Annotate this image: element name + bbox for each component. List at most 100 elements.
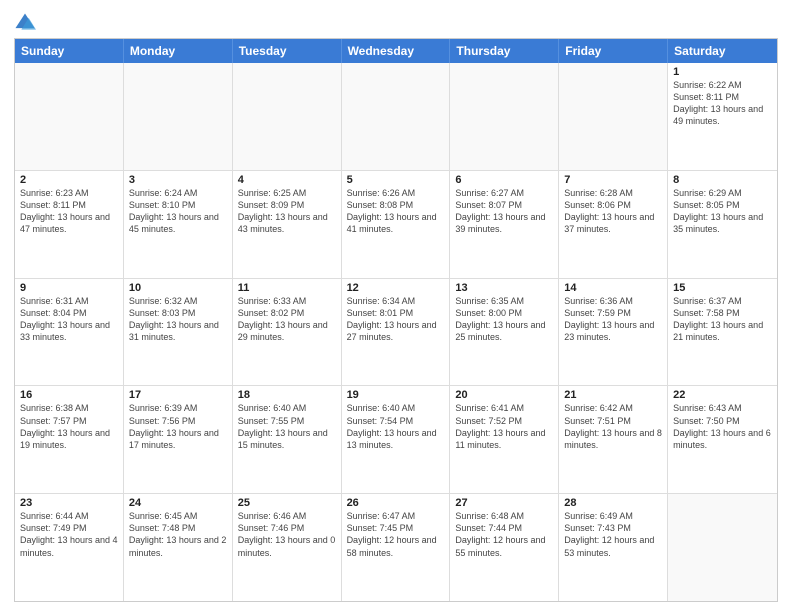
header	[14, 10, 778, 34]
calendar-header: SundayMondayTuesdayWednesdayThursdayFrid…	[15, 39, 777, 63]
calendar-row: 9Sunrise: 6:31 AM Sunset: 8:04 PM Daylig…	[15, 279, 777, 387]
calendar-cell: 24Sunrise: 6:45 AM Sunset: 7:48 PM Dayli…	[124, 494, 233, 601]
logo-icon	[14, 12, 36, 34]
day-info: Sunrise: 6:40 AM Sunset: 7:54 PM Dayligh…	[347, 402, 445, 451]
calendar-cell	[342, 63, 451, 170]
day-info: Sunrise: 6:38 AM Sunset: 7:57 PM Dayligh…	[20, 402, 118, 451]
logo	[14, 14, 38, 34]
calendar-cell: 7Sunrise: 6:28 AM Sunset: 8:06 PM Daylig…	[559, 171, 668, 278]
calendar-cell: 14Sunrise: 6:36 AM Sunset: 7:59 PM Dayli…	[559, 279, 668, 386]
calendar-cell: 28Sunrise: 6:49 AM Sunset: 7:43 PM Dayli…	[559, 494, 668, 601]
day-info: Sunrise: 6:43 AM Sunset: 7:50 PM Dayligh…	[673, 402, 772, 451]
calendar-cell: 8Sunrise: 6:29 AM Sunset: 8:05 PM Daylig…	[668, 171, 777, 278]
calendar-cell: 18Sunrise: 6:40 AM Sunset: 7:55 PM Dayli…	[233, 386, 342, 493]
calendar-cell: 17Sunrise: 6:39 AM Sunset: 7:56 PM Dayli…	[124, 386, 233, 493]
day-info: Sunrise: 6:49 AM Sunset: 7:43 PM Dayligh…	[564, 510, 662, 559]
calendar-cell	[668, 494, 777, 601]
calendar-cell: 10Sunrise: 6:32 AM Sunset: 8:03 PM Dayli…	[124, 279, 233, 386]
day-number: 19	[347, 389, 445, 401]
day-info: Sunrise: 6:35 AM Sunset: 8:00 PM Dayligh…	[455, 295, 553, 344]
day-info: Sunrise: 6:39 AM Sunset: 7:56 PM Dayligh…	[129, 402, 227, 451]
day-info: Sunrise: 6:36 AM Sunset: 7:59 PM Dayligh…	[564, 295, 662, 344]
day-info: Sunrise: 6:42 AM Sunset: 7:51 PM Dayligh…	[564, 402, 662, 451]
calendar-row: 16Sunrise: 6:38 AM Sunset: 7:57 PM Dayli…	[15, 386, 777, 494]
day-number: 26	[347, 497, 445, 509]
calendar-cell: 13Sunrise: 6:35 AM Sunset: 8:00 PM Dayli…	[450, 279, 559, 386]
day-number: 13	[455, 282, 553, 294]
calendar-cell: 4Sunrise: 6:25 AM Sunset: 8:09 PM Daylig…	[233, 171, 342, 278]
day-number: 24	[129, 497, 227, 509]
day-number: 25	[238, 497, 336, 509]
calendar-cell: 6Sunrise: 6:27 AM Sunset: 8:07 PM Daylig…	[450, 171, 559, 278]
day-number: 22	[673, 389, 772, 401]
day-number: 11	[238, 282, 336, 294]
calendar-cell: 5Sunrise: 6:26 AM Sunset: 8:08 PM Daylig…	[342, 171, 451, 278]
weekday-header: Saturday	[668, 39, 777, 63]
weekday-header: Wednesday	[342, 39, 451, 63]
day-info: Sunrise: 6:45 AM Sunset: 7:48 PM Dayligh…	[129, 510, 227, 559]
day-info: Sunrise: 6:33 AM Sunset: 8:02 PM Dayligh…	[238, 295, 336, 344]
day-info: Sunrise: 6:34 AM Sunset: 8:01 PM Dayligh…	[347, 295, 445, 344]
day-info: Sunrise: 6:24 AM Sunset: 8:10 PM Dayligh…	[129, 187, 227, 236]
calendar-cell: 22Sunrise: 6:43 AM Sunset: 7:50 PM Dayli…	[668, 386, 777, 493]
day-number: 8	[673, 174, 772, 186]
day-info: Sunrise: 6:48 AM Sunset: 7:44 PM Dayligh…	[455, 510, 553, 559]
day-number: 2	[20, 174, 118, 186]
calendar-cell: 15Sunrise: 6:37 AM Sunset: 7:58 PM Dayli…	[668, 279, 777, 386]
day-number: 10	[129, 282, 227, 294]
day-number: 7	[564, 174, 662, 186]
day-number: 28	[564, 497, 662, 509]
day-number: 18	[238, 389, 336, 401]
weekday-header: Monday	[124, 39, 233, 63]
calendar-cell: 12Sunrise: 6:34 AM Sunset: 8:01 PM Dayli…	[342, 279, 451, 386]
calendar-cell	[124, 63, 233, 170]
calendar: SundayMondayTuesdayWednesdayThursdayFrid…	[14, 38, 778, 602]
day-info: Sunrise: 6:28 AM Sunset: 8:06 PM Dayligh…	[564, 187, 662, 236]
calendar-cell: 16Sunrise: 6:38 AM Sunset: 7:57 PM Dayli…	[15, 386, 124, 493]
day-number: 3	[129, 174, 227, 186]
day-number: 5	[347, 174, 445, 186]
day-number: 20	[455, 389, 553, 401]
day-info: Sunrise: 6:37 AM Sunset: 7:58 PM Dayligh…	[673, 295, 772, 344]
calendar-cell: 23Sunrise: 6:44 AM Sunset: 7:49 PM Dayli…	[15, 494, 124, 601]
calendar-body: 1Sunrise: 6:22 AM Sunset: 8:11 PM Daylig…	[15, 63, 777, 601]
calendar-cell: 11Sunrise: 6:33 AM Sunset: 8:02 PM Dayli…	[233, 279, 342, 386]
page: SundayMondayTuesdayWednesdayThursdayFrid…	[0, 0, 792, 612]
day-number: 1	[673, 66, 772, 78]
day-info: Sunrise: 6:32 AM Sunset: 8:03 PM Dayligh…	[129, 295, 227, 344]
day-number: 17	[129, 389, 227, 401]
calendar-cell	[450, 63, 559, 170]
calendar-cell: 9Sunrise: 6:31 AM Sunset: 8:04 PM Daylig…	[15, 279, 124, 386]
day-info: Sunrise: 6:26 AM Sunset: 8:08 PM Dayligh…	[347, 187, 445, 236]
day-info: Sunrise: 6:47 AM Sunset: 7:45 PM Dayligh…	[347, 510, 445, 559]
calendar-row: 2Sunrise: 6:23 AM Sunset: 8:11 PM Daylig…	[15, 171, 777, 279]
weekday-header: Friday	[559, 39, 668, 63]
weekday-header: Tuesday	[233, 39, 342, 63]
day-number: 9	[20, 282, 118, 294]
day-info: Sunrise: 6:46 AM Sunset: 7:46 PM Dayligh…	[238, 510, 336, 559]
day-number: 4	[238, 174, 336, 186]
day-info: Sunrise: 6:31 AM Sunset: 8:04 PM Dayligh…	[20, 295, 118, 344]
day-info: Sunrise: 6:44 AM Sunset: 7:49 PM Dayligh…	[20, 510, 118, 559]
calendar-cell: 19Sunrise: 6:40 AM Sunset: 7:54 PM Dayli…	[342, 386, 451, 493]
calendar-cell	[559, 63, 668, 170]
calendar-cell: 26Sunrise: 6:47 AM Sunset: 7:45 PM Dayli…	[342, 494, 451, 601]
weekday-header: Sunday	[15, 39, 124, 63]
calendar-cell	[233, 63, 342, 170]
day-number: 16	[20, 389, 118, 401]
day-number: 15	[673, 282, 772, 294]
day-number: 23	[20, 497, 118, 509]
day-info: Sunrise: 6:40 AM Sunset: 7:55 PM Dayligh…	[238, 402, 336, 451]
calendar-row: 1Sunrise: 6:22 AM Sunset: 8:11 PM Daylig…	[15, 63, 777, 171]
calendar-cell: 27Sunrise: 6:48 AM Sunset: 7:44 PM Dayli…	[450, 494, 559, 601]
day-number: 21	[564, 389, 662, 401]
calendar-cell: 25Sunrise: 6:46 AM Sunset: 7:46 PM Dayli…	[233, 494, 342, 601]
day-info: Sunrise: 6:22 AM Sunset: 8:11 PM Dayligh…	[673, 79, 772, 128]
calendar-cell	[15, 63, 124, 170]
day-info: Sunrise: 6:41 AM Sunset: 7:52 PM Dayligh…	[455, 402, 553, 451]
day-info: Sunrise: 6:29 AM Sunset: 8:05 PM Dayligh…	[673, 187, 772, 236]
day-number: 12	[347, 282, 445, 294]
calendar-row: 23Sunrise: 6:44 AM Sunset: 7:49 PM Dayli…	[15, 494, 777, 601]
calendar-cell: 3Sunrise: 6:24 AM Sunset: 8:10 PM Daylig…	[124, 171, 233, 278]
calendar-cell: 1Sunrise: 6:22 AM Sunset: 8:11 PM Daylig…	[668, 63, 777, 170]
